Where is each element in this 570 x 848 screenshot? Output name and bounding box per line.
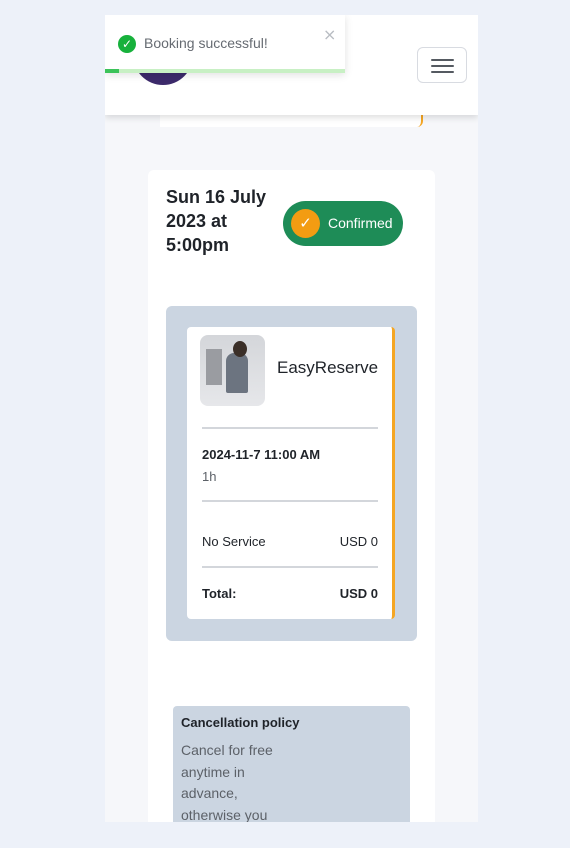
check-circle-icon: ✓ xyxy=(118,35,136,53)
booking-date: Sun 16 July 2023 at 5:00pm xyxy=(166,187,267,255)
booking-details: EasyReserve 2024-11-7 11:00 AM 1h No Ser… xyxy=(166,306,417,641)
business-photo xyxy=(200,335,265,406)
toast-message: Booking successful! xyxy=(144,35,268,51)
hamburger-menu-icon xyxy=(431,65,454,67)
divider xyxy=(202,500,378,502)
hamburger-menu-icon xyxy=(431,59,454,61)
total-label: Total: xyxy=(202,586,237,601)
cancellation-policy: Cancellation policy Cancel for free anyt… xyxy=(173,706,410,822)
appointment-duration: 1h xyxy=(202,469,217,484)
hamburger-menu-button[interactable] xyxy=(417,47,467,83)
photo-monitor xyxy=(206,349,222,385)
divider xyxy=(202,427,378,429)
mobile-viewport: ✓ Booking successful! × Sun 16 July 2023… xyxy=(105,15,478,822)
appointment-datetime: 2024-11-7 11:00 AM xyxy=(202,447,321,462)
previous-card-edge xyxy=(160,115,423,127)
check-icon: ✓ xyxy=(291,209,320,238)
total-value: USD 0 xyxy=(339,586,378,601)
policy-text: Cancel for free anytime in advance, othe… xyxy=(181,742,273,822)
hamburger-menu-icon xyxy=(431,71,454,73)
policy-title: Cancellation policy xyxy=(181,715,300,730)
business-name: EasyReserve xyxy=(277,358,379,377)
toast-progress-bar xyxy=(105,69,120,73)
success-toast[interactable]: ✓ Booking successful! × xyxy=(105,15,345,73)
service-card: EasyReserve 2024-11-7 11:00 AM 1h No Ser… xyxy=(187,327,395,619)
service-name: No Service xyxy=(202,534,266,549)
photo-head xyxy=(233,341,247,357)
status-label: Confirmed xyxy=(328,215,393,231)
divider xyxy=(202,566,378,568)
status-badge: ✓ Confirmed xyxy=(283,201,403,246)
photo-person xyxy=(226,353,248,393)
toast-progress-track xyxy=(105,69,345,73)
close-icon[interactable]: × xyxy=(323,25,336,44)
service-price: USD 0 xyxy=(339,534,378,549)
